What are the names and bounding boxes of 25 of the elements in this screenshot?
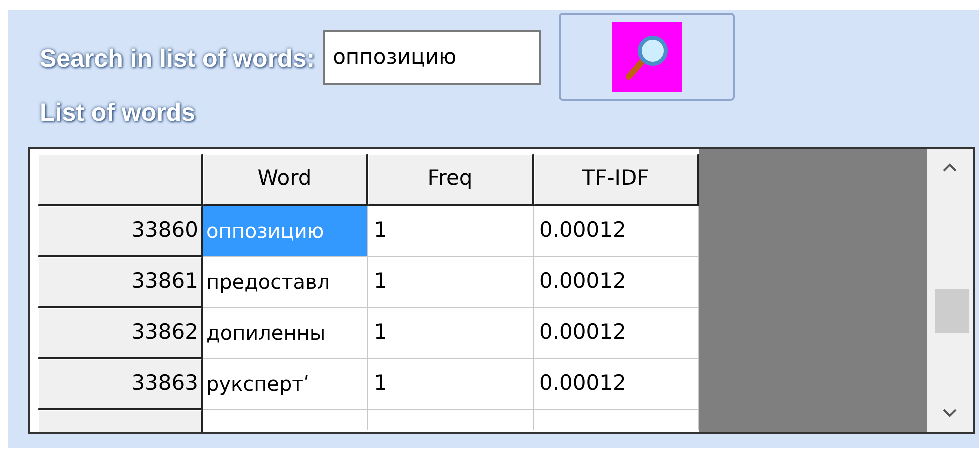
table-cell: 0.00012 bbox=[534, 206, 699, 256]
table-cell: 0.00012 bbox=[534, 308, 699, 358]
table-cell[interactable]: рукспертʹ bbox=[202, 358, 368, 410]
search-label: Search in list of words: bbox=[40, 44, 316, 75]
table-cell[interactable]: предоставл bbox=[202, 256, 368, 308]
row-header: 33860 bbox=[38, 206, 202, 256]
table-cell: 1 bbox=[368, 256, 534, 308]
column-header[interactable]: TF-IDF bbox=[534, 154, 699, 206]
search-field[interactable]: оппозицию bbox=[323, 30, 542, 85]
row-header: 33863 bbox=[38, 358, 202, 410]
table-cell: 1 bbox=[368, 308, 534, 358]
row-header: 33862 bbox=[38, 308, 202, 358]
table-cell[interactable]: допиленны bbox=[202, 308, 368, 358]
row-header: 33861 bbox=[38, 256, 202, 308]
column-header[interactable]: Freq bbox=[368, 154, 534, 206]
table-cell: 0.00012 bbox=[534, 358, 699, 410]
list-title: List of words bbox=[40, 98, 196, 129]
table-cell: 1 bbox=[368, 206, 534, 256]
table-cell: 0.00012 bbox=[534, 256, 699, 308]
scrollbar[interactable] bbox=[927, 148, 973, 432]
scroll-thumb[interactable] bbox=[935, 288, 969, 332]
magnifier-icon bbox=[612, 22, 682, 92]
column-header[interactable]: Word bbox=[202, 154, 368, 206]
table-cell: 1 bbox=[368, 358, 534, 410]
search-button[interactable] bbox=[559, 13, 736, 101]
